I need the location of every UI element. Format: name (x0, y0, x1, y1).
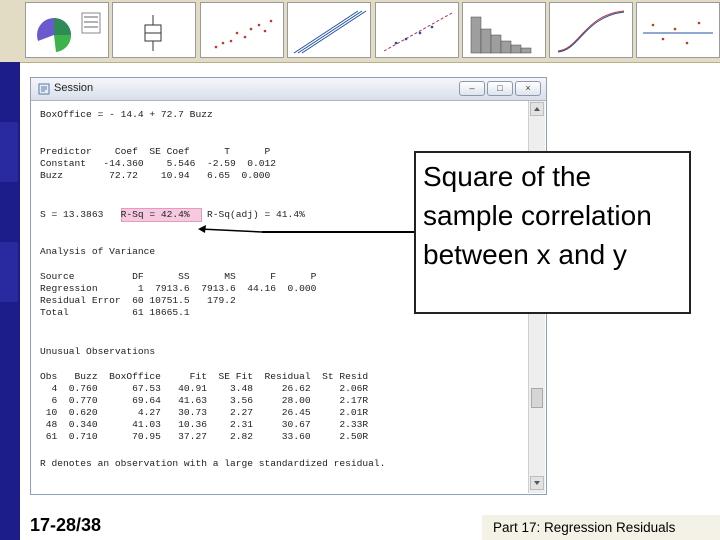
footer-title: Part 17: Regression Residuals (493, 520, 676, 535)
footer-title-bar: Part 17: Regression Residuals (482, 515, 720, 540)
callout-text: Square of the sample correlation between… (423, 161, 652, 270)
callout-box: Square of the sample correlation between… (414, 151, 691, 314)
slide-page-number: 17-28/38 (30, 515, 102, 535)
